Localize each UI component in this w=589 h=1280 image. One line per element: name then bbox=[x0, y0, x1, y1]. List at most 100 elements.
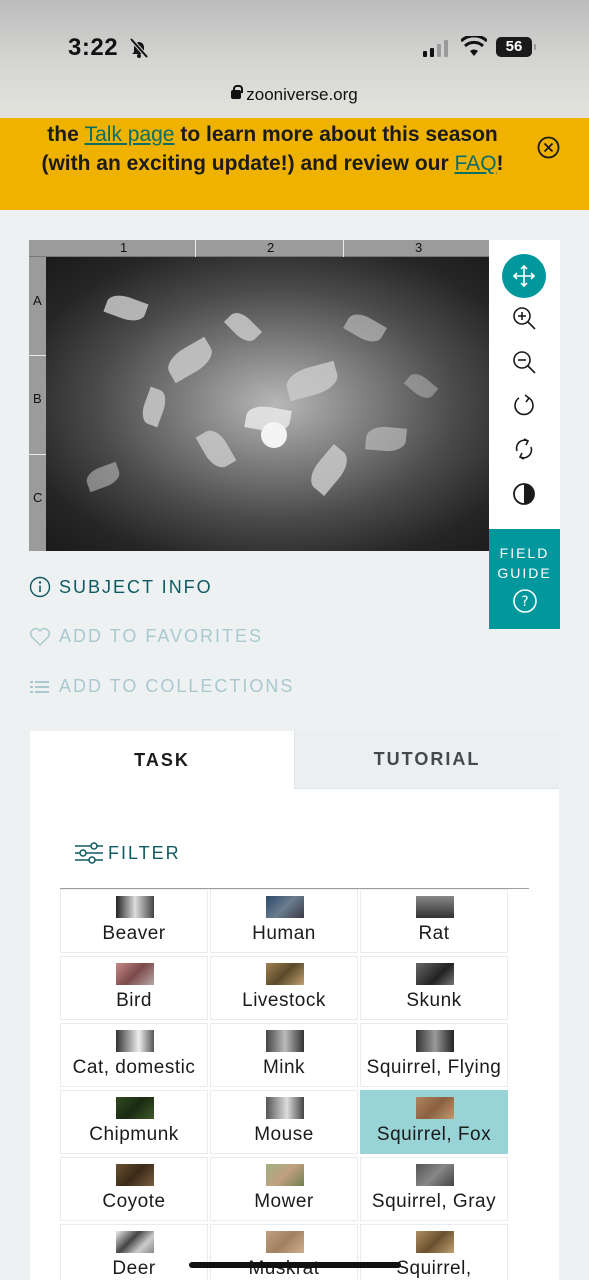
choice-squirrel-flying[interactable]: Squirrel, Flying bbox=[360, 1023, 508, 1087]
info-icon bbox=[29, 576, 51, 598]
banner-message: the Talk page to learn more about this s… bbox=[40, 120, 505, 178]
choice-thumbnail bbox=[266, 963, 304, 985]
field-guide-button[interactable]: FIELD GUIDE ? bbox=[489, 529, 560, 629]
choice-mower[interactable]: Mower bbox=[210, 1157, 358, 1221]
cell-signal-icon bbox=[423, 39, 448, 57]
choice-thumbnail bbox=[416, 1231, 454, 1253]
tab-task[interactable]: TASK bbox=[30, 731, 294, 789]
lock-icon bbox=[231, 85, 244, 99]
move-icon bbox=[512, 264, 536, 288]
subject-info-label: SUBJECT INFO bbox=[59, 576, 213, 597]
task-panel: TASK TUTORIAL FILTER Beaver Human Rat Bi… bbox=[30, 731, 559, 1280]
choice-rat[interactable]: Rat bbox=[360, 889, 508, 953]
close-banner-icon[interactable] bbox=[537, 136, 560, 159]
choice-thumbnail bbox=[416, 1030, 454, 1052]
heart-icon bbox=[29, 627, 51, 646]
reset-tool[interactable] bbox=[502, 427, 546, 471]
choice-thumbnail bbox=[266, 1030, 304, 1052]
choice-label: Livestock bbox=[242, 990, 326, 1011]
choice-bird[interactable]: Bird bbox=[60, 956, 208, 1020]
filter-button[interactable]: FILTER bbox=[74, 841, 181, 865]
choice-thumbnail bbox=[266, 1164, 304, 1186]
banner-text-start: the bbox=[47, 123, 85, 146]
svg-text:?: ? bbox=[521, 594, 528, 610]
choice-label: Mouse bbox=[254, 1124, 314, 1145]
choice-human[interactable]: Human bbox=[210, 889, 358, 953]
add-to-favorites-label: ADD TO FAVORITES bbox=[59, 626, 264, 646]
silent-bell-icon bbox=[129, 37, 149, 59]
choice-coyote[interactable]: Coyote bbox=[60, 1157, 208, 1221]
reset-icon bbox=[515, 438, 533, 460]
row-label: B bbox=[33, 391, 42, 406]
choice-thumbnail bbox=[116, 1231, 154, 1253]
camera-trap-photo[interactable] bbox=[46, 257, 489, 551]
row-ruler: A B C bbox=[29, 257, 46, 551]
url-text: zooniverse.org bbox=[246, 85, 358, 104]
choice-label: Squirrel, Fox bbox=[376, 1124, 492, 1145]
home-indicator[interactable] bbox=[189, 1262, 401, 1268]
choice-thumbnail bbox=[116, 1097, 154, 1119]
column-ruler: 1 2 3 bbox=[29, 240, 489, 257]
zoom-out-tool[interactable] bbox=[502, 340, 546, 384]
rotate-icon bbox=[514, 394, 534, 416]
move-tool[interactable] bbox=[502, 254, 546, 298]
invert-icon bbox=[513, 483, 535, 505]
invert-tool[interactable] bbox=[502, 472, 546, 516]
faq-link[interactable]: FAQ bbox=[455, 152, 497, 175]
add-to-collections-button[interactable]: ADD TO COLLECTIONS bbox=[29, 676, 294, 697]
tab-tutorial[interactable]: TUTORIAL bbox=[294, 731, 559, 789]
choice-label: Mower bbox=[254, 1191, 314, 1212]
choice-mouse[interactable]: Mouse bbox=[210, 1090, 358, 1154]
choice-label: Mink bbox=[262, 1057, 306, 1078]
choice-skunk[interactable]: Skunk bbox=[360, 956, 508, 1020]
choice-squirrel-red[interactable]: Squirrel, bbox=[360, 1224, 508, 1280]
choice-squirrel-gray[interactable]: Squirrel, Gray bbox=[360, 1157, 508, 1221]
choice-deer[interactable]: Deer bbox=[60, 1224, 208, 1280]
help-icon: ? bbox=[512, 589, 537, 613]
choice-thumbnail bbox=[266, 1231, 304, 1253]
choice-thumbnail bbox=[416, 1097, 454, 1119]
choice-label: Bird bbox=[116, 990, 152, 1011]
battery-icon: 56 bbox=[496, 37, 536, 57]
zoom-out-icon bbox=[513, 351, 536, 374]
choice-label: Squirrel, Flying bbox=[366, 1057, 502, 1078]
choice-mink[interactable]: Mink bbox=[210, 1023, 358, 1087]
row-label: C bbox=[33, 490, 43, 505]
sliders-icon bbox=[75, 842, 103, 864]
choice-thumbnail bbox=[116, 1030, 154, 1052]
choice-label: Deer bbox=[112, 1258, 156, 1279]
column-label: 3 bbox=[415, 240, 423, 255]
choice-label: Coyote bbox=[102, 1191, 166, 1212]
choice-muskrat[interactable]: Muskrat bbox=[210, 1224, 358, 1280]
zoom-in-icon bbox=[513, 307, 536, 330]
row-label: A bbox=[33, 293, 42, 308]
add-to-favorites-button[interactable]: ADD TO FAVORITES bbox=[29, 626, 263, 647]
column-label: 1 bbox=[120, 240, 128, 255]
choice-beaver[interactable]: Beaver bbox=[60, 889, 208, 953]
zoom-in-tool[interactable] bbox=[502, 296, 546, 340]
field-guide-label: FIELD GUIDE bbox=[497, 545, 552, 581]
choice-thumbnail bbox=[416, 963, 454, 985]
choice-chipmunk[interactable]: Chipmunk bbox=[60, 1090, 208, 1154]
status-bar: 3:22 56 zooniverse.org bbox=[0, 0, 589, 118]
list-icon bbox=[30, 680, 49, 693]
choice-label: Squirrel, Gray bbox=[371, 1191, 497, 1212]
rotate-tool[interactable] bbox=[502, 383, 546, 427]
subject-info-link[interactable]: SUBJECT INFO bbox=[29, 576, 213, 598]
choice-thumbnail bbox=[266, 1097, 304, 1119]
talk-page-link[interactable]: Talk page bbox=[85, 123, 175, 146]
add-to-collections-label: ADD TO COLLECTIONS bbox=[59, 676, 295, 696]
choice-label: Beaver bbox=[102, 923, 166, 944]
wifi-icon bbox=[461, 36, 487, 56]
choice-cat-domestic[interactable]: Cat, domestic bbox=[60, 1023, 208, 1087]
choice-label: Human bbox=[252, 923, 316, 944]
choice-label: Skunk bbox=[406, 990, 462, 1011]
banner-text-end: ! bbox=[496, 152, 504, 175]
choice-label: Chipmunk bbox=[89, 1124, 179, 1145]
choice-thumbnail bbox=[116, 896, 154, 918]
choice-livestock[interactable]: Livestock bbox=[210, 956, 358, 1020]
choice-squirrel-fox[interactable]: Squirrel, Fox bbox=[360, 1090, 508, 1154]
column-label: 2 bbox=[267, 240, 275, 255]
url-bar[interactable]: zooniverse.org bbox=[0, 85, 589, 105]
subject-viewer[interactable]: 1 2 3 A B C bbox=[29, 240, 489, 551]
